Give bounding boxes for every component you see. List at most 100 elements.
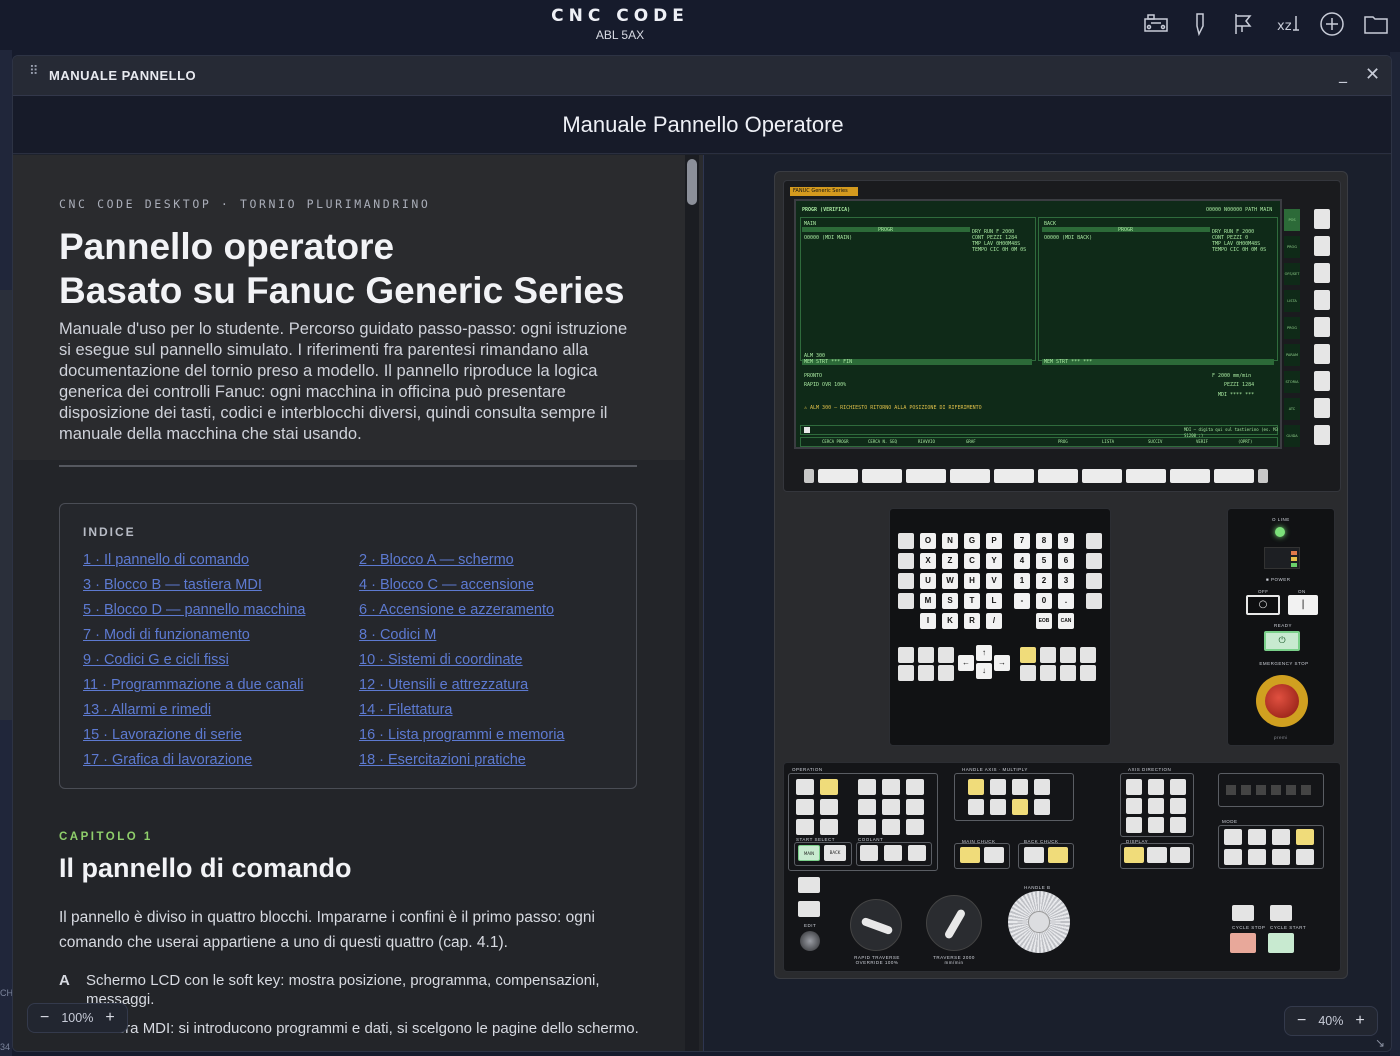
mdi-key[interactable]: H <box>964 573 980 589</box>
toc-link-1[interactable]: 1 · Il pannello di comando <box>83 552 249 568</box>
op-key[interactable] <box>882 819 900 835</box>
flag-icon[interactable] <box>1230 10 1258 38</box>
mdi-key[interactable]: O <box>920 533 936 549</box>
toc-link-14[interactable]: 14 · Filettatura <box>359 702 453 718</box>
mode-key[interactable] <box>1248 849 1266 865</box>
mdi-key[interactable]: L <box>986 593 1002 609</box>
mode-key[interactable] <box>1272 849 1290 865</box>
arrow-up-key[interactable]: ↑ <box>976 645 992 661</box>
jog-key[interactable] <box>1170 817 1186 833</box>
side-softkey[interactable] <box>1314 236 1330 256</box>
ctrl-key[interactable] <box>898 647 914 663</box>
mdi-key[interactable]: Z <box>942 553 958 569</box>
coolant-key[interactable] <box>908 845 926 861</box>
window-title-bar[interactable]: ⠿ MANUALE PANNELLO _ ✕ <box>13 56 1391 96</box>
side-softkey[interactable] <box>1314 398 1330 418</box>
mdi-key[interactable]: V <box>986 573 1002 589</box>
tab-key[interactable] <box>918 665 934 681</box>
coolant-key[interactable] <box>860 845 878 861</box>
mdi-key[interactable]: / <box>986 613 1002 629</box>
tool-reset-key[interactable] <box>1270 905 1292 921</box>
axis-icon[interactable]: xz <box>1274 10 1302 38</box>
arrow-down-key[interactable]: ↓ <box>976 663 992 679</box>
mdi-key[interactable]: 6 <box>1058 553 1074 569</box>
mdi-key[interactable]: 8 <box>1036 533 1052 549</box>
zoom-out-button[interactable]: − <box>40 1009 49 1027</box>
mdi-key[interactable]: 0 <box>1036 593 1052 609</box>
operator-panel-view[interactable]: FANUC Generic Series PROGR (VERIFICA) O0… <box>703 155 1391 1051</box>
toc-link-18[interactable]: 18 · Esercitazioni pratiche <box>359 752 526 768</box>
start-main-key[interactable]: MAIN <box>798 845 820 861</box>
toc-link-13[interactable]: 13 · Allarmi e rimedi <box>83 702 211 718</box>
op-key[interactable] <box>858 819 876 835</box>
multiply-key[interactable] <box>1034 799 1050 815</box>
axis-select-key[interactable] <box>1012 779 1028 795</box>
mdi-key[interactable]: 4 <box>1014 553 1030 569</box>
display-both-key[interactable] <box>1170 847 1190 863</box>
mdi-key[interactable]: 1 <box>1014 573 1030 589</box>
back-chuck-unclamp[interactable] <box>1048 847 1068 863</box>
mdi-key[interactable]: EOB <box>1036 613 1052 629</box>
jog-key[interactable] <box>1170 798 1186 814</box>
machine-icon[interactable] <box>1142 10 1170 38</box>
reset-key[interactable] <box>898 533 914 549</box>
emergency-stop-button[interactable] <box>1265 684 1299 718</box>
op-key[interactable] <box>858 799 876 815</box>
mdi-key[interactable]: K <box>942 613 958 629</box>
mode-key[interactable] <box>1296 829 1314 845</box>
prog-key[interactable] <box>1040 647 1056 663</box>
coolant-key[interactable] <box>884 845 902 861</box>
softkey-next[interactable] <box>1258 469 1268 483</box>
op-key[interactable] <box>820 819 838 835</box>
offset-key[interactable] <box>1060 647 1076 663</box>
multiply-key[interactable] <box>1012 799 1028 815</box>
softkey[interactable] <box>1038 469 1078 483</box>
toc-link-12[interactable]: 12 · Utensili e attrezzatura <box>359 677 528 693</box>
op-key[interactable] <box>796 799 814 815</box>
jog-key[interactable] <box>1148 817 1164 833</box>
softkey[interactable] <box>906 469 946 483</box>
help-key[interactable] <box>898 553 914 569</box>
doc-scrollbar[interactable] <box>685 155 699 1051</box>
display-back-key[interactable] <box>1147 847 1167 863</box>
del-key[interactable] <box>898 573 914 589</box>
cycle-stop-button[interactable] <box>1230 933 1256 953</box>
manual-document[interactable]: CNC CODE DESKTOP · TORNIO PLURIMANDRINO … <box>13 155 703 1051</box>
door-open-key[interactable] <box>1232 905 1254 921</box>
rapid-override-dial[interactable] <box>850 899 902 951</box>
delete-key[interactable] <box>1086 573 1102 589</box>
toc-link-16[interactable]: 16 · Lista programmi e memoria <box>359 727 565 743</box>
jog-key[interactable] <box>1170 779 1186 795</box>
side-softkey[interactable] <box>1314 371 1330 391</box>
mdi-key[interactable]: 5 <box>1036 553 1052 569</box>
toc-link-3[interactable]: 3 · Blocco B — tastiera MDI <box>83 577 262 593</box>
insert-key[interactable] <box>1086 553 1102 569</box>
minimize-button[interactable]: _ <box>1339 64 1347 83</box>
mode-key[interactable] <box>1224 849 1242 865</box>
op-key[interactable] <box>906 819 924 835</box>
jog-key[interactable] <box>1126 798 1142 814</box>
softkey[interactable] <box>1214 469 1254 483</box>
mdi-key[interactable]: CAN <box>1058 613 1074 629</box>
op-key[interactable] <box>820 799 838 815</box>
op-key[interactable] <box>882 779 900 795</box>
panel-zoom-out-button[interactable]: − <box>1297 1012 1306 1030</box>
mdi-key[interactable]: 9 <box>1058 533 1074 549</box>
panel-zoom-in-button[interactable]: + <box>1355 1012 1364 1030</box>
zoom-in-button[interactable]: + <box>105 1009 114 1027</box>
side-softkey[interactable] <box>1314 263 1330 283</box>
softkey[interactable] <box>994 469 1034 483</box>
handwheel[interactable] <box>1008 891 1070 953</box>
mdi-key[interactable]: - <box>1014 593 1030 609</box>
op-key[interactable] <box>796 779 814 795</box>
power-off-button[interactable]: ○ <box>1246 595 1280 615</box>
power-on-button[interactable]: | <box>1288 595 1318 615</box>
system-key[interactable] <box>1020 665 1036 681</box>
message-key[interactable] <box>1040 665 1056 681</box>
folder-icon[interactable] <box>1362 10 1390 38</box>
mdi-key[interactable]: M <box>920 593 936 609</box>
arrow-left-key[interactable]: ← <box>958 655 974 671</box>
cycle-start-button[interactable] <box>1268 933 1294 953</box>
softkey[interactable] <box>818 469 858 483</box>
axis-select-key[interactable] <box>968 779 984 795</box>
